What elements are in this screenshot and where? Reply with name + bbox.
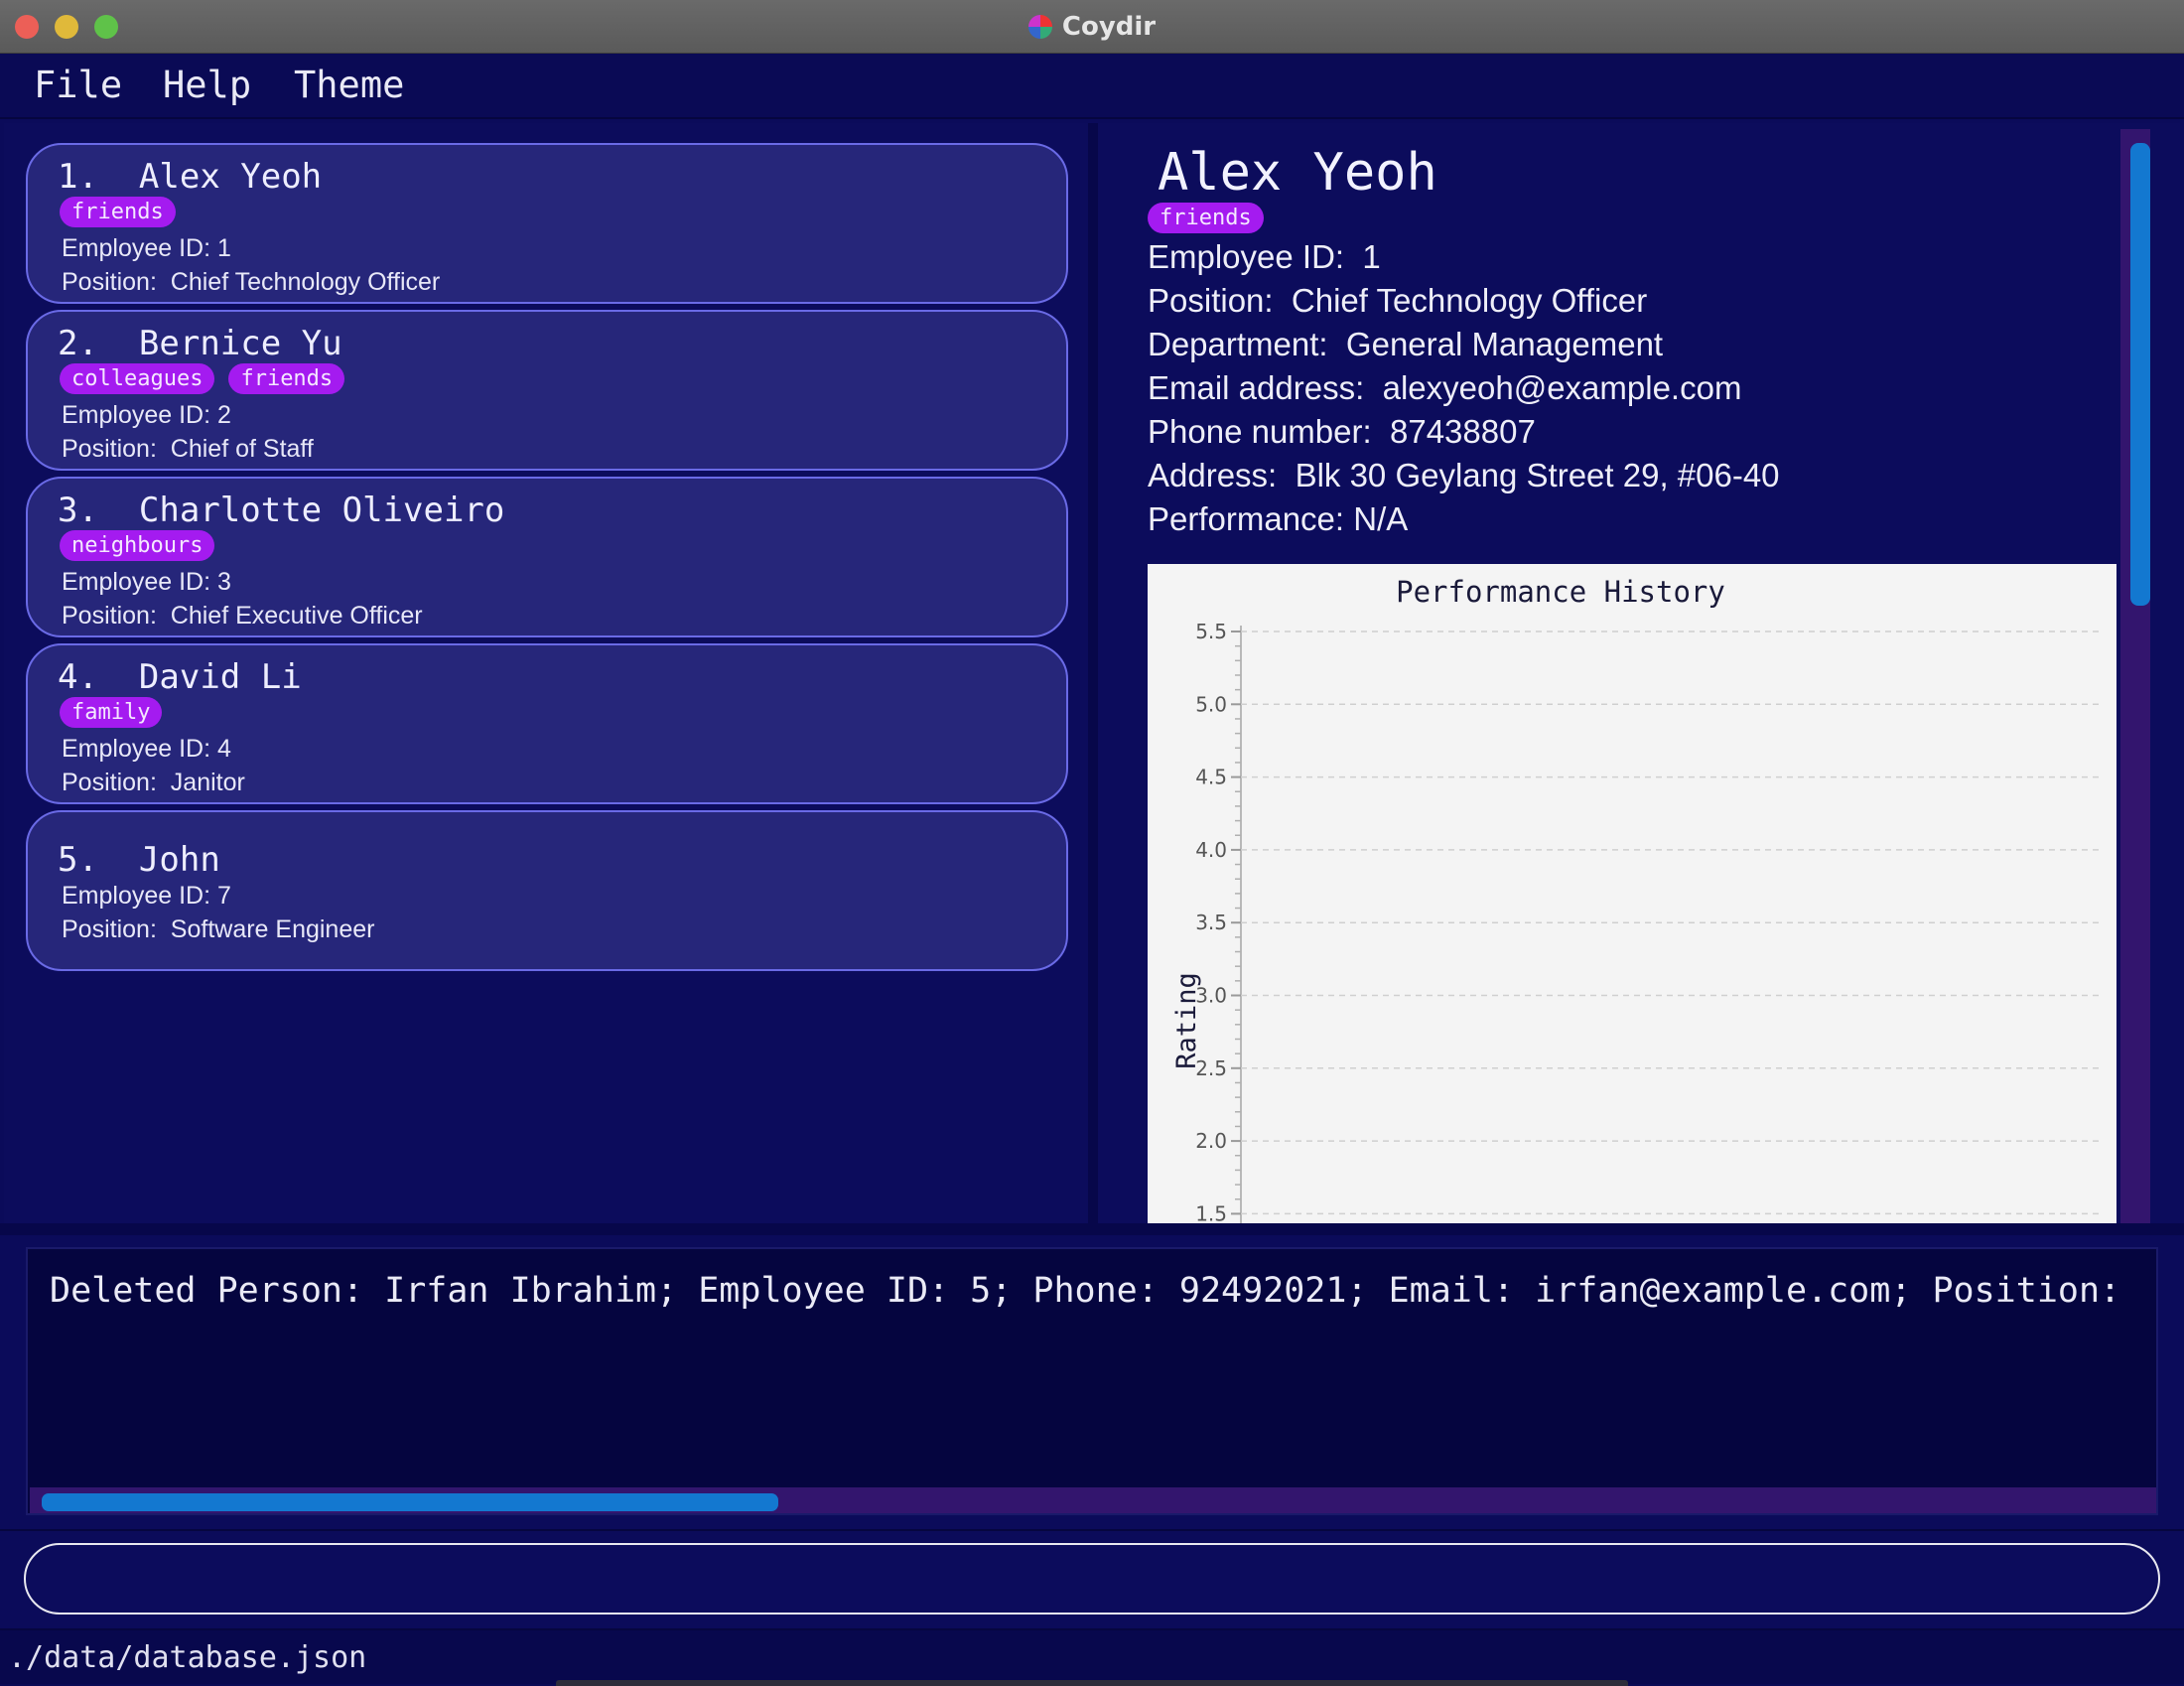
command-input[interactable]	[24, 1543, 2160, 1615]
chart-y-tick-label: 5.0	[1195, 692, 1227, 716]
person-employee-id: Employee ID: 2	[62, 401, 231, 429]
chart-ticks: 5.5 5.0 4.5 4.0 3.5 3.0 2.5 2.0 1.5	[1195, 620, 1241, 1223]
menu-theme[interactable]: Theme	[294, 64, 404, 106]
tag-badge: friends	[60, 197, 176, 227]
chart-y-tick-label: 3.5	[1195, 911, 1227, 934]
person-card[interactable]: 5. John Employee ID: 7 Position: Softwar…	[26, 810, 1068, 971]
person-tags: neighbours	[60, 530, 215, 561]
person-tags: family	[60, 697, 163, 728]
person-tags: friends	[60, 197, 176, 227]
chart-y-tick-label: 3.0	[1195, 984, 1227, 1008]
detail-tags: friends	[1148, 203, 1264, 233]
result-display-panel: Deleted Person: Irfan Ibrahim; Employee …	[0, 1235, 2184, 1529]
person-card-title: 2. Bernice Yu	[58, 324, 342, 363]
result-display: Deleted Person: Irfan Ibrahim; Employee …	[26, 1247, 2158, 1515]
performance-chart: Performance History Rating 5.5 5.0 4.5 4.0 3…	[1148, 564, 2116, 1223]
panel-splitter[interactable]	[1088, 123, 1098, 1223]
detail-phone: Phone number: 87438807	[1148, 413, 1536, 450]
detail-address: Address: Blk 30 Geylang Street 29, #06-4…	[1148, 457, 1780, 493]
person-position: Position: Software Engineer	[62, 915, 375, 943]
chart-y-tick-label: 1.5	[1195, 1201, 1227, 1223]
person-card-title: 5. John	[58, 840, 220, 880]
chart-y-tick-label: 5.5	[1195, 620, 1227, 643]
command-box-panel	[0, 1529, 2184, 1628]
person-card-title: 3. Charlotte Oliveiro	[58, 491, 505, 530]
chart-y-tick-label: 4.5	[1195, 766, 1227, 789]
app-logo-icon	[1027, 15, 1052, 39]
person-employee-id: Employee ID: 4	[62, 735, 231, 763]
person-card[interactable]: 3. Charlotte Oliveiro neighbours Employe…	[26, 477, 1068, 637]
window-title: Coydir	[1061, 12, 1157, 42]
person-list-panel: 1. Alex Yeoh friends Employee ID: 1 Posi…	[4, 123, 1088, 1223]
person-card[interactable]: 1. Alex Yeoh friends Employee ID: 1 Posi…	[26, 143, 1068, 304]
section-divider	[0, 1223, 2184, 1235]
detail-performance: Performance: N/A	[1148, 500, 1409, 537]
app-window: Coydir File Help Theme 1. Alex Yeoh frie…	[0, 0, 2184, 1686]
person-card-title: 1. Alex Yeoh	[58, 157, 323, 197]
detail-email: Email address: alexyeoh@example.com	[1148, 369, 1742, 406]
detail-employee-id: Employee ID: 1	[1148, 238, 1381, 275]
person-card[interactable]: 2. Bernice Yu colleagues friends Employe…	[26, 310, 1068, 471]
person-position: Position: Chief Technology Officer	[62, 268, 441, 296]
tag-badge: colleagues	[60, 363, 215, 394]
person-position: Position: Janitor	[62, 769, 245, 796]
title-bar: Coydir	[0, 0, 2184, 54]
person-card[interactable]: 4. David Li family Employee ID: 4 Positi…	[26, 643, 1068, 804]
detail-department: Department: General Management	[1148, 326, 1664, 362]
chart-y-tick-label: 4.0	[1195, 838, 1227, 862]
menu-help[interactable]: Help	[163, 64, 251, 106]
chart-y-tick-label: 2.0	[1195, 1129, 1227, 1153]
person-tags: colleagues friends	[60, 363, 345, 394]
menu-file[interactable]: File	[34, 64, 122, 106]
chart-grid	[1240, 626, 2101, 1223]
tag-badge: friends	[1148, 203, 1264, 233]
person-card-title: 4. David Li	[58, 657, 302, 697]
tag-badge: friends	[228, 363, 345, 394]
person-position: Position: Chief of Staff	[62, 435, 314, 463]
person-detail-panel: Alex Yeoh friends Employee ID: 1 Positio…	[1098, 123, 2180, 1223]
person-position: Position: Chief Executive Officer	[62, 602, 423, 630]
detail-position: Position: Chief Technology Officer	[1148, 282, 1648, 319]
menu-bar: File Help Theme	[0, 54, 2184, 119]
result-scrollbar-thumb[interactable]	[42, 1493, 778, 1511]
person-employee-id: Employee ID: 1	[62, 234, 231, 262]
chart-title: Performance History	[1396, 575, 1725, 609]
tag-badge: neighbours	[60, 530, 215, 561]
performance-chart-svg: Performance History Rating 5.55.04.54.03…	[1171, 575, 2101, 1223]
detail-name: Alex Yeoh	[1158, 143, 1437, 203]
dock-edge	[556, 1680, 1628, 1686]
tag-badge: family	[60, 697, 163, 728]
result-message: Deleted Person: Irfan Ibrahim; Employee …	[50, 1271, 2121, 1311]
status-bar: ./data/database.json	[0, 1628, 2184, 1686]
detail-scrollbar-thumb[interactable]	[2130, 143, 2150, 606]
person-employee-id: Employee ID: 3	[62, 568, 231, 596]
person-employee-id: Employee ID: 7	[62, 882, 231, 910]
save-location: ./data/database.json	[8, 1640, 367, 1675]
chart-y-tick-label: 2.5	[1195, 1056, 1227, 1080]
